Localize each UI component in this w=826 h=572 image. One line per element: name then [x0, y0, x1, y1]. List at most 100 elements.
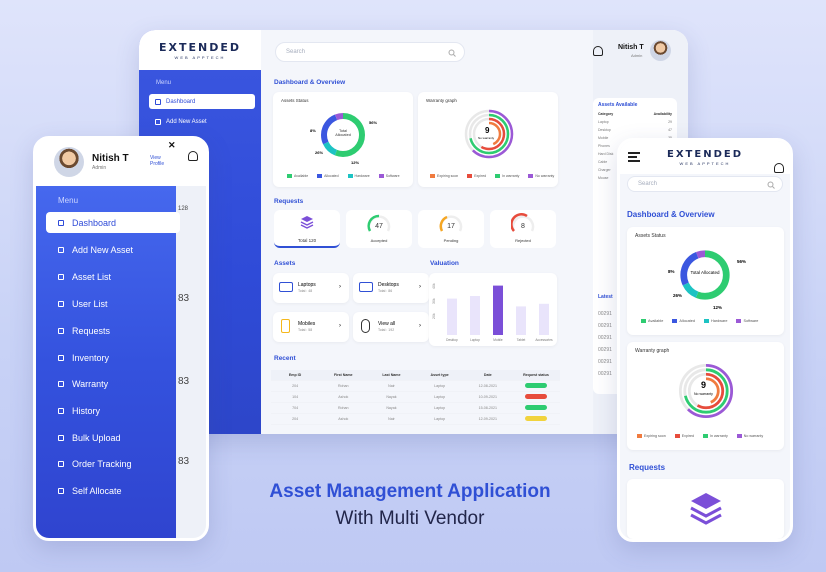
table-row[interactable]: 204 Ashok Nair Laptop 12-09-2021	[271, 414, 560, 425]
search-icon	[767, 181, 775, 189]
notification-bell-icon[interactable]	[774, 162, 784, 173]
asset-status-panel: Assets Status Total Allocated 56% 26% 12…	[273, 92, 413, 187]
requests-title: Requests	[274, 198, 304, 205]
x-tick-label: Accessories	[535, 338, 553, 342]
search-icon	[448, 49, 456, 57]
desktop-dashboard-window: EXTENDED WEB APPTECH Menu Dashboard Add …	[139, 30, 688, 434]
x-tick-label: Laptop	[470, 338, 480, 342]
view-profile-link[interactable]: View Profile	[150, 155, 170, 167]
sidebar-item-user-list[interactable]: User List	[46, 293, 180, 314]
avatar[interactable]	[54, 147, 84, 177]
asset-name: View all	[378, 321, 396, 327]
panel-title: Warranty graph	[635, 348, 670, 354]
mobile-logo: EXTENDED WEB APPTECH	[660, 149, 750, 166]
list-item: Desktop 47	[598, 128, 672, 132]
logo-text: EXTENDED	[667, 149, 743, 160]
grid-icon	[155, 98, 161, 105]
y-tick-label: 20k	[432, 313, 436, 319]
asset-total: Total : 192	[378, 328, 395, 332]
search-placeholder: Search	[286, 49, 306, 55]
pct-label: 8%	[310, 128, 316, 133]
plus-square-icon	[58, 246, 64, 253]
sidebar-item-history[interactable]: History	[46, 400, 180, 421]
legend-label: No warranty	[535, 174, 555, 178]
status-badge	[524, 405, 547, 410]
notification-bell-icon[interactable]	[188, 151, 198, 161]
desktop-nav-dashboard[interactable]: Dashboard	[149, 94, 255, 109]
table-row[interactable]: 704 Rohan Nayak Laptop 15-08-2021	[271, 403, 560, 414]
warranty-legend: Expiring soon Expired In warranty No war…	[430, 174, 554, 178]
hamburger-menu-icon[interactable]	[628, 152, 640, 162]
desktop-search-input[interactable]: Search	[275, 42, 465, 62]
value-text: 128	[178, 206, 189, 212]
desktop-logo: EXTENDED WEB APPTECH	[139, 30, 261, 70]
chevron-right-icon: ›	[339, 284, 341, 290]
sidebar-item-add-new-asset[interactable]: Add New Asset	[46, 239, 180, 260]
chevron-right-icon: ›	[419, 284, 421, 290]
sidebar-item-requests[interactable]: Requests	[46, 320, 180, 341]
request-rejected-card[interactable]: 8 Rejected	[490, 210, 556, 248]
recent-title: Recent	[274, 355, 296, 362]
table-row[interactable]: 104 Ashok Nayak Laptop 10-09-2021	[271, 392, 560, 403]
tracking-icon	[58, 460, 64, 467]
mobile-search-input[interactable]: Search	[627, 176, 783, 192]
nav-label: Add New Asset	[72, 244, 134, 255]
mobile-asset-legend: Available Allocated Hardware Software	[641, 319, 758, 323]
request-value: 8	[521, 223, 525, 230]
plus-square-icon	[155, 118, 161, 125]
asset-name: Laptops	[298, 282, 316, 288]
mobile-request-card[interactable]	[627, 479, 784, 539]
avatar[interactable]	[650, 40, 671, 61]
donut-center-label: Total Allocated	[690, 270, 720, 275]
close-icon[interactable]: ✕	[168, 140, 176, 151]
bar	[539, 303, 549, 335]
asset-card-laptops[interactable]: Laptops Total : 48 ›	[273, 273, 349, 303]
latest-list: 00291 00291 00291 00291 00291 00291	[598, 311, 612, 377]
upload-icon	[58, 434, 64, 441]
sidebar-item-dashboard[interactable]: Dashboard	[46, 212, 180, 233]
sidebar-item-order-tracking[interactable]: Order Tracking	[46, 453, 180, 474]
valuation-title: Valuation	[430, 260, 459, 267]
request-pending-card[interactable]: 17 Pending	[418, 210, 484, 248]
profile-header: Nitish T Admin View Profile ✕	[36, 139, 206, 186]
logo-subtext: WEB APPTECH	[679, 161, 731, 166]
pct-label: 56%	[369, 120, 378, 125]
legend-label: Software	[385, 174, 400, 178]
nav-label: User List	[72, 298, 108, 309]
file-icon	[58, 407, 64, 414]
logo-subtext: WEB APPTECH	[174, 54, 226, 60]
request-total-card[interactable]: Total 120	[274, 210, 340, 248]
warranty-value: 9	[485, 126, 490, 135]
mobile-asset-status-panel: Assets Status Total Allocated 56% 26% 12…	[627, 227, 784, 335]
asset-name: Mobiles	[298, 321, 316, 327]
sidebar-item-asset-list[interactable]: Asset List	[46, 266, 180, 287]
request-accepted-card[interactable]: 47 Accepted	[346, 210, 412, 248]
notification-bell-icon[interactable]	[593, 46, 603, 56]
asset-card-desktops[interactable]: Desktops Total : 86 ›	[353, 273, 429, 303]
sidebar-item-bulk-upload[interactable]: Bulk Upload	[46, 427, 180, 448]
x-tick-label: Desktop	[446, 338, 458, 342]
sidebar-item-warranty[interactable]: Warranty	[46, 373, 180, 394]
sidebar-item-self-allocate[interactable]: Self Allocate	[46, 480, 180, 501]
stack-icon	[300, 216, 314, 229]
y-tick-label: 40k	[432, 283, 436, 289]
menu-title: Menu	[58, 196, 79, 205]
user-role: Admin	[631, 53, 643, 58]
pct-label: 8%	[668, 269, 675, 274]
valuation-bar-chart: 40k 30k 20k Desktop Laptop Mobile Tablet Access…	[432, 283, 553, 342]
desktop-menu-title: Menu	[156, 80, 172, 86]
pct-label: 26%	[673, 293, 683, 298]
desktop-nav-add-asset[interactable]: Add New Asset	[149, 114, 255, 129]
legend-label: Hardware	[354, 174, 370, 178]
panel-title: Warranty graph	[426, 98, 457, 103]
stack-icon	[690, 493, 722, 525]
bar	[447, 298, 457, 335]
status-badge	[524, 416, 547, 421]
asset-card-mobiles[interactable]: Mobiles Total : 58 ›	[273, 312, 349, 342]
asset-total: Total : 58	[298, 328, 313, 332]
asset-card-view-all[interactable]: View all Total : 192 ›	[353, 312, 429, 342]
available-header: Category Availability	[593, 110, 677, 118]
sidebar-item-inventory[interactable]: Inventory	[46, 347, 180, 368]
nav-label: Requests	[72, 325, 111, 336]
table-row[interactable]: 204 Rohan Nair Laptop 12-08-2021	[271, 381, 560, 392]
